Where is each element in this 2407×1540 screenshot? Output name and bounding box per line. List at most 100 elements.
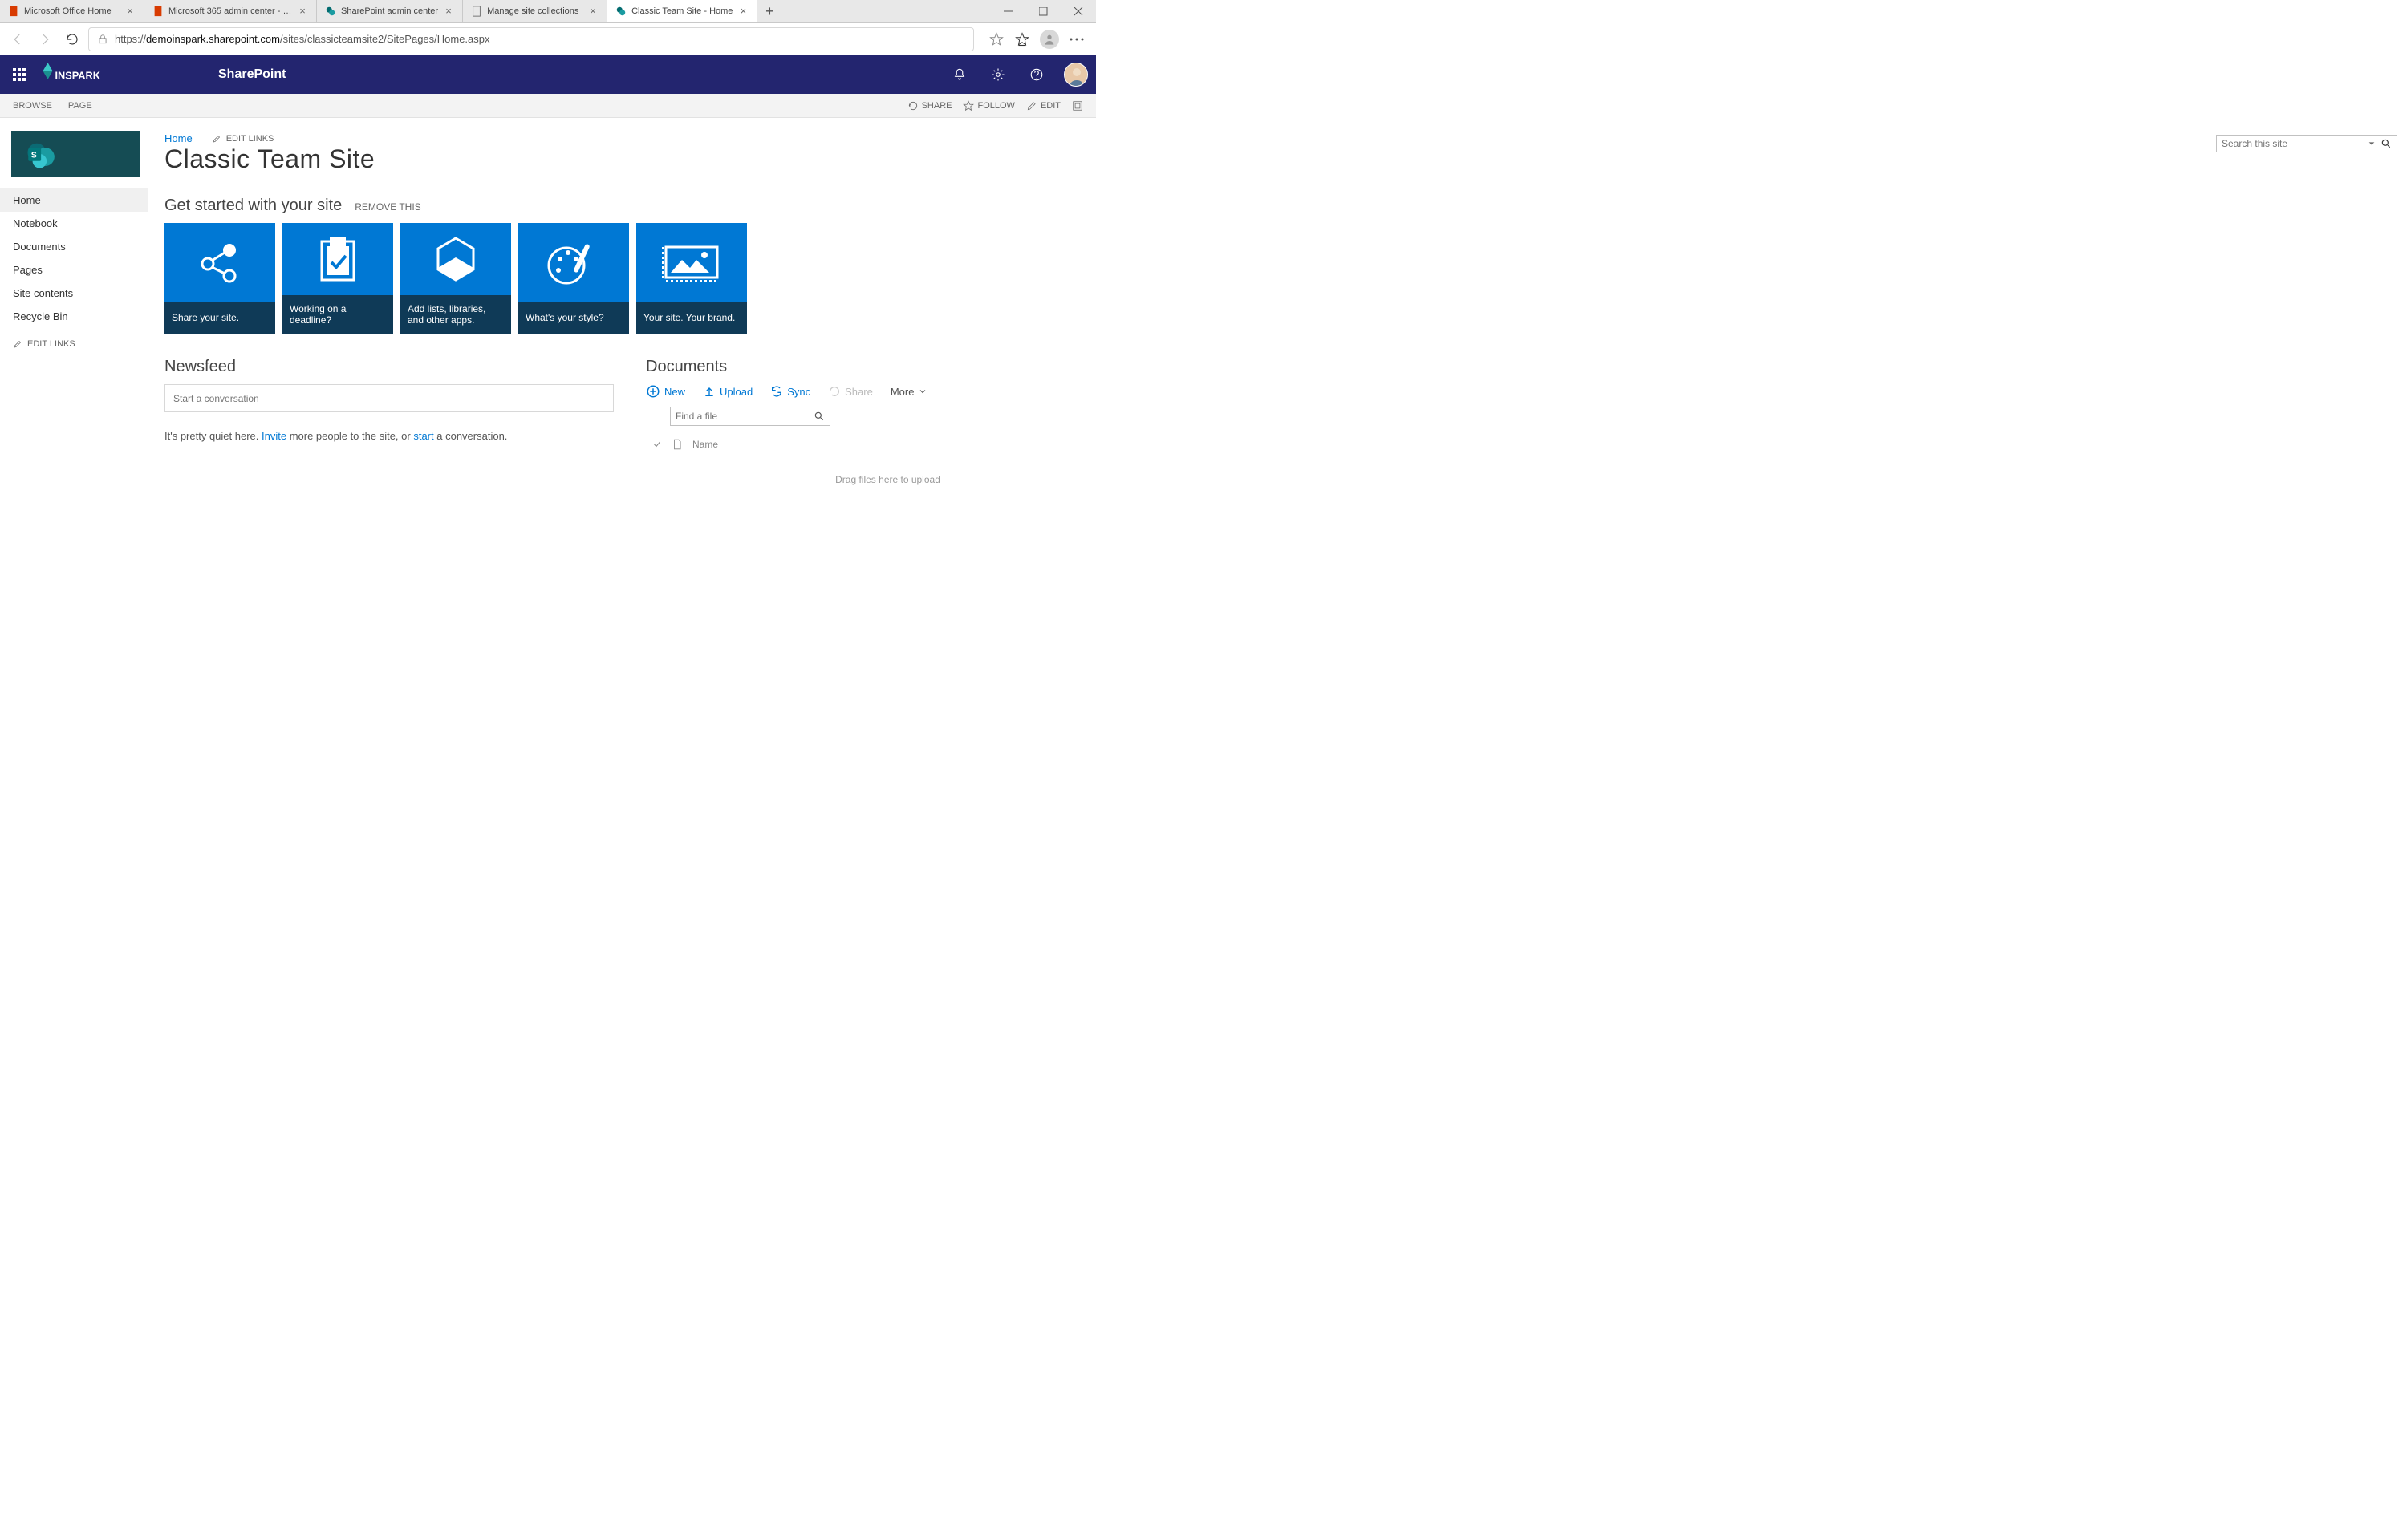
site-search-input[interactable] (2222, 138, 2368, 149)
find-file-input[interactable] (676, 411, 814, 422)
favorite-star-icon[interactable] (988, 31, 1005, 47)
tile-deadline[interactable]: Working on a deadline? (282, 223, 393, 334)
help-button[interactable] (1017, 55, 1056, 94)
tile-share-site[interactable]: Share your site. (164, 223, 275, 334)
url-input[interactable]: https://demoinspark.sharepoint.com/sites… (88, 27, 974, 51)
nav-recycle-bin[interactable]: Recycle Bin (0, 305, 148, 328)
window-minimize-button[interactable] (990, 0, 1025, 22)
tab-title: Manage site collections (487, 6, 582, 16)
sharepoint-icon (325, 6, 336, 17)
invite-link[interactable]: Invite (262, 430, 286, 442)
nav-home[interactable]: Home (0, 188, 148, 212)
newsfeed-section: Newsfeed It's pretty quiet here. Invite … (164, 358, 614, 485)
palette-icon (518, 223, 629, 302)
newsfeed-title: Newsfeed (164, 358, 614, 376)
sharepoint-icon (615, 6, 627, 17)
tab-title: SharePoint admin center (341, 6, 438, 16)
upload-button[interactable]: Upload (703, 385, 753, 398)
lock-icon (97, 34, 108, 45)
search-icon[interactable] (814, 411, 825, 422)
edit-nav-links-button[interactable]: EDIT LINKS (0, 333, 148, 355)
ribbon-tab-browse[interactable]: BROWSE (13, 101, 52, 111)
settings-button[interactable] (979, 55, 1017, 94)
start-link[interactable]: start (413, 430, 433, 442)
browser-tab[interactable]: SharePoint admin center × (317, 0, 463, 22)
find-file-box[interactable] (670, 407, 830, 426)
close-icon[interactable]: × (297, 6, 308, 17)
office-icon (152, 6, 164, 17)
tile-add-apps[interactable]: Add lists, libraries, and other apps. (400, 223, 511, 334)
tab-title: Classic Team Site - Home (631, 6, 733, 16)
close-icon[interactable]: × (587, 6, 599, 17)
close-icon[interactable]: × (443, 6, 454, 17)
follow-button[interactable]: FOLLOW (963, 100, 1014, 111)
refresh-button[interactable] (61, 28, 83, 51)
notifications-button[interactable] (940, 55, 979, 94)
tenant-logo[interactable]: INSPARK (42, 62, 114, 87)
content-area: Home EDIT LINKS Classic Team Site Get st… (148, 118, 1096, 701)
ribbon: BROWSE PAGE SHARE FOLLOW EDIT (0, 94, 1096, 118)
focus-button[interactable] (1072, 100, 1083, 111)
documents-title: Documents (646, 358, 1082, 376)
conversation-input[interactable] (164, 384, 614, 412)
breadcrumb-home[interactable]: Home (164, 132, 193, 144)
tile-brand[interactable]: Your site. Your brand. (636, 223, 747, 334)
close-icon[interactable]: × (124, 6, 136, 17)
browser-tab-strip: Microsoft Office Home × Microsoft 365 ad… (0, 0, 1096, 23)
tile-style[interactable]: What's your style? (518, 223, 629, 334)
tab-title: Microsoft Office Home (24, 6, 120, 16)
reading-list-icon[interactable] (1014, 31, 1030, 47)
image-icon (636, 223, 747, 302)
documents-section: Documents New Upload Sync Share More Nam… (646, 358, 1082, 485)
left-nav: Home Notebook Documents Pages Site conte… (0, 188, 148, 328)
forward-button[interactable] (34, 28, 56, 51)
window-close-button[interactable] (1061, 0, 1096, 22)
more-icon[interactable] (1069, 31, 1085, 47)
address-bar: https://demoinspark.sharepoint.com/sites… (0, 23, 1096, 55)
new-button[interactable]: New (646, 384, 685, 399)
new-tab-button[interactable]: + (757, 0, 781, 22)
nav-site-contents[interactable]: Site contents (0, 282, 148, 305)
back-button[interactable] (6, 28, 29, 51)
browser-tab[interactable]: Manage site collections × (463, 0, 607, 22)
documents-table-header: Name (646, 434, 1082, 455)
browser-tab[interactable]: Microsoft Office Home × (0, 0, 144, 22)
office-icon (8, 6, 19, 17)
more-button[interactable]: More (891, 386, 928, 398)
site-logo[interactable]: S (11, 131, 140, 177)
share-doc-button[interactable]: Share (828, 385, 873, 398)
search-icon[interactable] (2381, 138, 2392, 149)
nav-notebook[interactable]: Notebook (0, 212, 148, 235)
pencil-icon (13, 339, 22, 349)
suite-header: INSPARK SharePoint (0, 55, 1096, 94)
window-maximize-button[interactable] (1025, 0, 1061, 22)
main-area: S Home Notebook Documents Pages Site con… (0, 118, 1096, 701)
waffle-icon (13, 68, 26, 81)
newsfeed-empty-text: It's pretty quiet here. Invite more peop… (164, 430, 614, 442)
sync-button[interactable]: Sync (770, 385, 810, 398)
documents-toolbar: New Upload Sync Share More (646, 384, 1082, 399)
nav-documents[interactable]: Documents (0, 235, 148, 258)
share-icon (164, 223, 275, 302)
check-icon[interactable] (652, 440, 662, 449)
column-name[interactable]: Name (692, 439, 718, 450)
profile-button[interactable] (1040, 30, 1059, 49)
file-icon (672, 439, 683, 450)
browser-tab[interactable]: Microsoft 365 admin center - M… × (144, 0, 317, 22)
remove-this-button[interactable]: REMOVE THIS (355, 201, 420, 213)
hexagon-icon (400, 223, 511, 295)
close-icon[interactable]: × (737, 6, 749, 17)
browser-tab-active[interactable]: Classic Team Site - Home × (607, 0, 757, 22)
dropdown-icon[interactable] (2368, 140, 2376, 148)
pencil-icon (212, 134, 221, 144)
user-avatar[interactable] (1064, 63, 1088, 87)
nav-pages[interactable]: Pages (0, 258, 148, 282)
tab-title: Microsoft 365 admin center - M… (168, 6, 292, 16)
site-search-box[interactable] (2216, 135, 2397, 152)
svg-text:INSPARK: INSPARK (55, 69, 101, 81)
app-launcher-button[interactable] (0, 55, 39, 94)
share-page-button[interactable]: SHARE (907, 100, 952, 111)
edit-top-links-button[interactable]: EDIT LINKS (212, 134, 274, 144)
ribbon-tab-page[interactable]: PAGE (68, 101, 92, 111)
edit-page-button[interactable]: EDIT (1026, 100, 1061, 111)
